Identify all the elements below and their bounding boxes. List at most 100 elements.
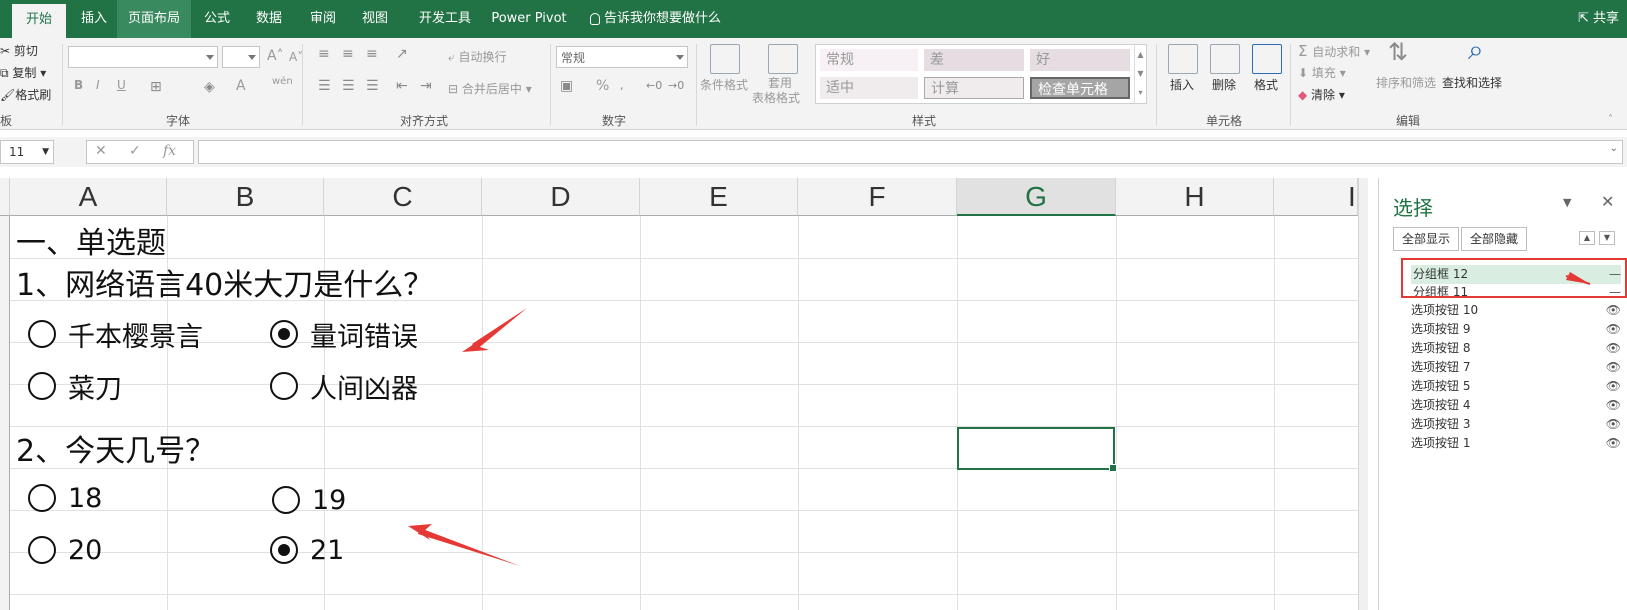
- column-header-c[interactable]: C: [324, 178, 482, 216]
- percent-button[interactable]: %: [596, 78, 609, 94]
- style-good[interactable]: 好: [1030, 49, 1130, 71]
- share-button[interactable]: ⇱ 共享: [1578, 0, 1619, 38]
- insert-cells-button[interactable]: 插入: [1170, 76, 1194, 93]
- show-all-button[interactable]: 全部显示: [1393, 227, 1460, 251]
- eye-icon[interactable]: 👁: [1606, 320, 1621, 339]
- column-header-e[interactable]: E: [640, 178, 798, 216]
- borders-icon[interactable]: ⊞: [150, 79, 162, 95]
- increase-decimal-icon[interactable]: ←0: [646, 78, 662, 94]
- decrease-indent-icon[interactable]: ⇤: [396, 78, 408, 94]
- align-left-icon[interactable]: ☰: [318, 78, 331, 94]
- column-header-b[interactable]: B: [167, 178, 324, 216]
- confirm-icon[interactable]: ✓: [129, 143, 141, 159]
- copy-button[interactable]: ⧉ 复制 ▾: [0, 64, 46, 81]
- font-color-button[interactable]: A: [236, 78, 246, 94]
- tab-formulas[interactable]: 公式: [194, 0, 240, 38]
- eye-icon[interactable]: 👁: [1606, 301, 1621, 320]
- column-header-g[interactable]: G: [957, 178, 1116, 216]
- fill-color-icon[interactable]: ◈: [204, 79, 215, 95]
- align-bottom-icon[interactable]: ≡: [366, 46, 378, 62]
- option-button-q2-1[interactable]: 18: [28, 478, 102, 518]
- tab-data[interactable]: 数据: [246, 0, 292, 38]
- font-size-combo[interactable]: [222, 46, 260, 68]
- gallery-scroll[interactable]: ▲ ▼ ▾: [1134, 45, 1146, 103]
- tab-power-pivot[interactable]: Power Pivot: [486, 0, 572, 38]
- grow-font-button[interactable]: A˄: [267, 48, 284, 64]
- underline-button[interactable]: U: [117, 78, 126, 92]
- style-bad[interactable]: 差: [924, 49, 1024, 71]
- hide-all-button[interactable]: 全部隐藏: [1461, 227, 1528, 251]
- select-all-corner[interactable]: [0, 178, 10, 216]
- style-calculation[interactable]: 计算: [924, 77, 1024, 99]
- name-box[interactable]: 11 ▼: [0, 140, 54, 164]
- eye-icon[interactable]: 👁: [1606, 396, 1621, 415]
- autosum-button[interactable]: Σ 自动求和 ▾: [1298, 42, 1370, 60]
- find-select-button[interactable]: 查找和选择: [1442, 74, 1502, 91]
- option-button-q2-3[interactable]: 20: [28, 530, 102, 570]
- column-header-f[interactable]: F: [798, 178, 957, 216]
- comma-style-icon[interactable]: ,: [620, 78, 624, 94]
- number-format-combo[interactable]: 常规: [556, 46, 688, 68]
- format-table-line2[interactable]: 表格格式: [752, 89, 800, 106]
- italic-button[interactable]: I: [96, 78, 100, 92]
- currency-icon[interactable]: ▣: [560, 78, 573, 94]
- tab-developer[interactable]: 开发工具: [410, 0, 480, 38]
- tab-view[interactable]: 视图: [352, 0, 398, 38]
- conditional-format-button[interactable]: 条件格式: [700, 76, 748, 93]
- font-name-combo[interactable]: [68, 46, 218, 68]
- list-item[interactable]: 选项按钮 1 👁: [1411, 434, 1621, 453]
- option-button-q1-1[interactable]: 千本樱景言: [28, 314, 203, 354]
- increase-indent-icon[interactable]: ⇥: [420, 78, 432, 94]
- eye-icon[interactable]: 👁: [1606, 358, 1621, 377]
- style-normal[interactable]: 常规: [820, 49, 918, 71]
- align-center-icon[interactable]: ☰: [342, 78, 355, 94]
- cut-button[interactable]: ✂ 剪切: [0, 42, 38, 59]
- active-cell-g6[interactable]: [957, 427, 1117, 472]
- eye-icon[interactable]: 👁: [1606, 415, 1621, 434]
- merge-center-button[interactable]: ⊟ 合并后居中 ▾: [448, 80, 532, 97]
- align-top-icon[interactable]: ≡: [318, 46, 330, 62]
- format-cells-button[interactable]: 格式: [1254, 76, 1278, 93]
- list-item[interactable]: 选项按钮 3 👁: [1411, 415, 1621, 434]
- eye-icon[interactable]: 👁: [1606, 377, 1621, 396]
- tab-page-layout[interactable]: 页面布局: [117, 0, 191, 38]
- tab-home[interactable]: 开始: [12, 4, 66, 38]
- collapse-ribbon-icon[interactable]: ˄: [1608, 112, 1613, 128]
- format-painter-button[interactable]: 🖌格式刷: [0, 86, 51, 103]
- option-button-q1-4[interactable]: 人间凶器: [270, 366, 418, 406]
- fill-button[interactable]: ⬇ 填充 ▾: [1298, 64, 1346, 81]
- option-button-q2-4[interactable]: 21: [270, 530, 344, 570]
- option-button-q2-2[interactable]: 19: [272, 480, 346, 520]
- delete-cells-button[interactable]: 删除: [1212, 76, 1236, 93]
- pane-options-icon[interactable]: ▼: [1563, 196, 1571, 209]
- list-item[interactable]: 选项按钮 10 👁: [1411, 301, 1621, 320]
- style-check-cell[interactable]: 检查单元格: [1030, 77, 1130, 99]
- list-item[interactable]: 选项按钮 9 👁: [1411, 320, 1621, 339]
- list-item[interactable]: 选项按钮 8 👁: [1411, 339, 1621, 358]
- align-middle-icon[interactable]: ≡: [342, 46, 354, 62]
- vertical-scrollbar[interactable]: [1358, 178, 1368, 610]
- column-header-h[interactable]: H: [1116, 178, 1274, 216]
- column-header-i[interactable]: I: [1274, 178, 1358, 216]
- column-header-a[interactable]: A: [10, 178, 167, 216]
- column-header-d[interactable]: D: [482, 178, 640, 216]
- eye-icon[interactable]: 👁: [1606, 339, 1621, 358]
- list-item[interactable]: 选项按钮 7 👁: [1411, 358, 1621, 377]
- formula-input[interactable]: ⌄: [198, 140, 1623, 164]
- align-right-icon[interactable]: ☰: [366, 78, 379, 94]
- tab-insert[interactable]: 插入: [66, 0, 122, 38]
- orientation-icon[interactable]: ↗: [396, 46, 408, 62]
- send-backward-icon[interactable]: ▼: [1599, 231, 1615, 245]
- close-icon[interactable]: ✕: [1601, 192, 1614, 211]
- bring-forward-icon[interactable]: ▲: [1579, 231, 1595, 245]
- fx-icon[interactable]: fx: [163, 143, 176, 159]
- cancel-icon[interactable]: ✕: [95, 143, 107, 159]
- bold-button[interactable]: B: [74, 78, 83, 92]
- option-button-q1-3[interactable]: 菜刀: [28, 366, 122, 406]
- wrap-text-button[interactable]: ⤶ 自动换行: [448, 48, 507, 65]
- clear-button[interactable]: ◆ 清除 ▾: [1298, 86, 1345, 103]
- eye-icon[interactable]: 👁: [1606, 434, 1621, 453]
- sort-filter-button[interactable]: 排序和筛选: [1376, 74, 1436, 91]
- style-neutral[interactable]: 适中: [820, 77, 918, 99]
- tab-review[interactable]: 审阅: [300, 0, 346, 38]
